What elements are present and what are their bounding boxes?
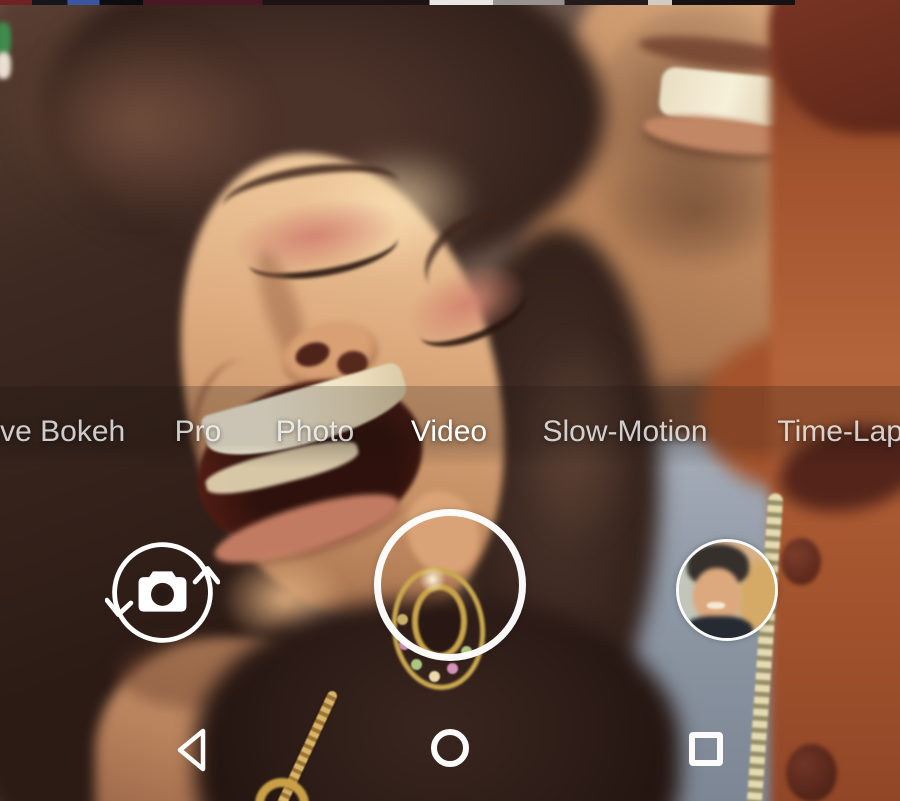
mode-video[interactable]: Video — [411, 412, 487, 452]
mode-pro[interactable]: Pro — [175, 412, 222, 452]
nav-home-button[interactable] — [431, 729, 469, 767]
nav-recents-button[interactable] — [689, 732, 723, 766]
mode-photo[interactable]: Photo — [276, 412, 354, 452]
mode-live-bokeh[interactable]: Live Bokeh — [0, 412, 125, 452]
camera-flip-icon — [105, 542, 220, 643]
nav-back-button[interactable] — [174, 727, 208, 773]
thumb-man-suit — [683, 616, 753, 638]
photo-top-edge-strip — [0, 0, 795, 5]
flip-camera-button[interactable] — [105, 535, 220, 650]
photo-man-chin-shadow — [598, 150, 793, 275]
thumb-man-smile — [707, 602, 725, 609]
photo-earring-bead — [429, 671, 440, 682]
shutter-button[interactable] — [374, 509, 526, 661]
photo-left-edge-green — [0, 22, 11, 56]
camera-mode-bar: Live Bokeh Pro Photo Video Slow-Motion T… — [0, 412, 900, 454]
photo-left-edge-light — [0, 52, 11, 79]
mode-time-lapse[interactable]: Time-Lapse — [777, 412, 900, 452]
photo-jacket-button-lower — [786, 744, 837, 801]
back-triangle-icon — [177, 728, 206, 772]
photo-earring-bead — [447, 663, 458, 674]
photo-earring-bead — [411, 659, 422, 670]
camera-app-screen: Live Bokeh Pro Photo Video Slow-Motion T… — [0, 0, 900, 801]
photo-jacket-button-upper — [781, 538, 821, 585]
gallery-thumbnail-button[interactable] — [676, 539, 778, 641]
mode-slow-motion[interactable]: Slow-Motion — [542, 412, 707, 452]
